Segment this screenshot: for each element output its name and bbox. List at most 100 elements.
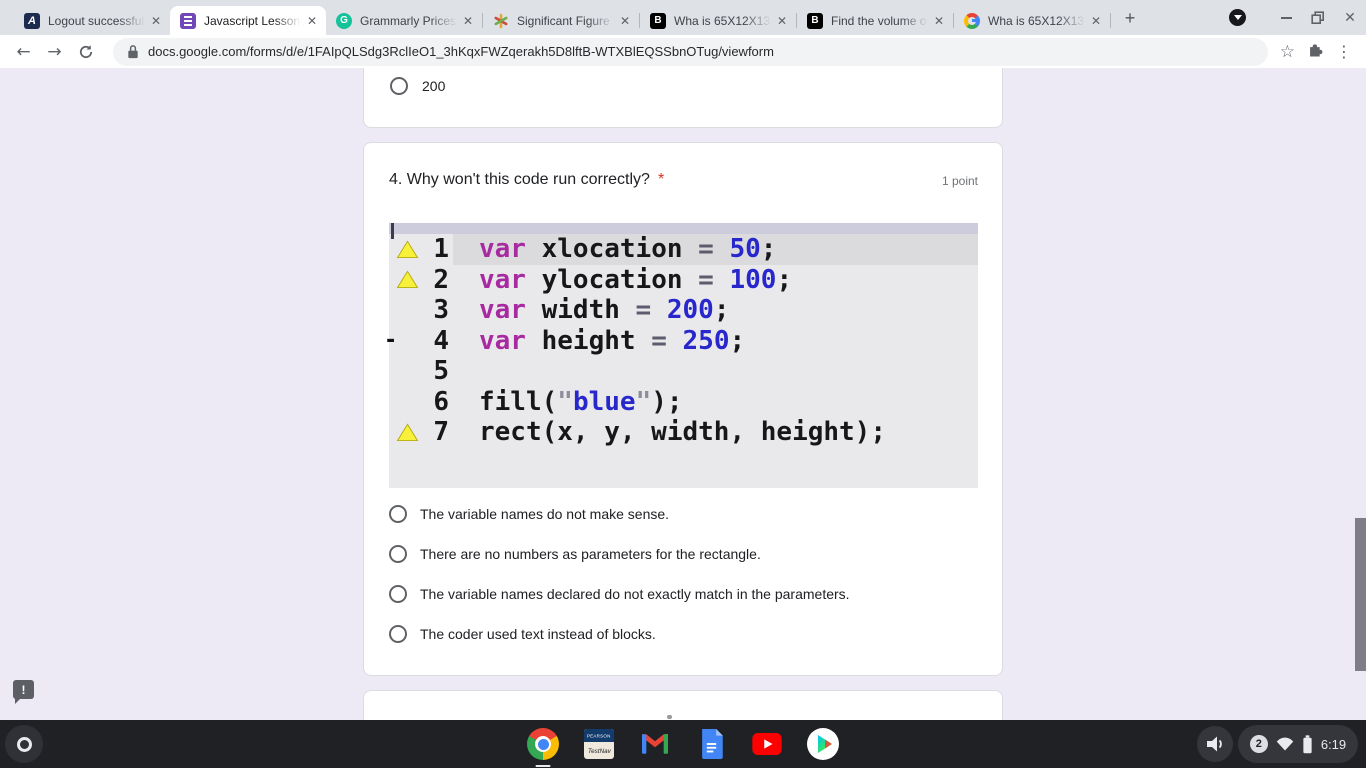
- line-number: 4: [433, 325, 449, 356]
- testnav-icon-bottom: TestNav: [587, 747, 611, 754]
- feedback-bubble-icon[interactable]: !: [13, 680, 34, 704]
- tab-6[interactable]: B Find the volume o ✕: [797, 6, 953, 35]
- tab-separator: [953, 13, 954, 28]
- code-line: 1 var xlocation = 50;: [389, 234, 978, 265]
- minimize-button[interactable]: [1270, 0, 1302, 35]
- tab-title: Javascript Lesson: [204, 13, 301, 28]
- new-tab-button[interactable]: +: [1117, 5, 1143, 31]
- reload-icon: [79, 44, 92, 58]
- close-window-button[interactable]: ✕: [1334, 0, 1366, 35]
- tab-close-icon[interactable]: ✕: [460, 14, 476, 28]
- tab-separator: [1110, 13, 1111, 28]
- speaker-icon: [1207, 736, 1222, 752]
- answer-option[interactable]: 200: [390, 77, 445, 95]
- code-line: 2 var ylocation = 100;: [389, 265, 978, 296]
- browser-menu-icon[interactable]: ⋮: [1336, 42, 1352, 61]
- code-top-band: [389, 223, 978, 234]
- radio-button[interactable]: [389, 545, 407, 563]
- volume-button[interactable]: [1197, 726, 1233, 762]
- launcher-button[interactable]: [5, 725, 43, 763]
- line-number: 2: [433, 264, 449, 295]
- forward-button[interactable]: →: [39, 37, 70, 67]
- shelf-app-play[interactable]: [807, 728, 839, 760]
- shelf-app-gmail[interactable]: [639, 728, 671, 760]
- address-bar[interactable]: docs.google.com/forms/d/e/1FAIpQLSdg3Rcl…: [113, 37, 1268, 66]
- shelf-app-chrome[interactable]: [527, 728, 559, 767]
- tab-close-icon[interactable]: ✕: [148, 14, 164, 28]
- radio-button[interactable]: [389, 625, 407, 643]
- tab-close-icon[interactable]: ✕: [1088, 14, 1104, 28]
- warning-icon: [389, 270, 425, 289]
- status-tray[interactable]: 2 6:19: [1238, 725, 1358, 763]
- brainly-icon: B: [650, 12, 666, 29]
- browser-toolbar: ← → docs.google.com/forms/d/e/1FAIpQLSdg…: [0, 35, 1366, 68]
- code-line: 6 fill(" blue ");: [389, 387, 978, 418]
- tab-close-icon[interactable]: ✕: [774, 14, 790, 28]
- tab-close-icon[interactable]: ✕: [931, 14, 947, 28]
- line-number: 5: [433, 356, 449, 387]
- shelf-app-docs[interactable]: [695, 728, 727, 760]
- reload-button[interactable]: [70, 37, 101, 67]
- line-number: 6: [433, 386, 449, 417]
- tab-3[interactable]: G Grammarly Prices ✕: [326, 6, 482, 35]
- brainly-icon: B: [807, 12, 823, 29]
- code-text: var width = 200;: [479, 295, 730, 326]
- tab-title: Grammarly Prices: [360, 13, 457, 28]
- extensions-puzzle-icon[interactable]: [1307, 41, 1324, 63]
- answer-option[interactable]: The variable names declared do not exact…: [389, 574, 977, 614]
- google-docs-icon: [701, 729, 723, 759]
- clock: 6:19: [1320, 736, 1347, 752]
- radio-button[interactable]: [390, 77, 408, 95]
- line-number: 1: [433, 234, 449, 265]
- tab-5[interactable]: B Wha is 65X12X13 ✕: [640, 6, 796, 35]
- shelf-app-testnav[interactable]: PEARSON TestNav: [583, 728, 615, 760]
- restore-button[interactable]: [1302, 0, 1334, 35]
- question-header: 4. Why won't this code run correctly? * 1…: [389, 171, 978, 189]
- tab-4[interactable]: Significant Figure ✕: [483, 6, 639, 35]
- code-text: var xlocation = 50;: [453, 234, 978, 265]
- tab-7[interactable]: Wha is 65X12X13 ✕: [954, 6, 1110, 35]
- line-number: 7: [433, 417, 449, 448]
- chromeos-shelf: PEARSON TestNav 2 6:19: [0, 720, 1366, 768]
- next-card-image-edge: [667, 715, 672, 719]
- points-label: 1 point: [941, 174, 978, 188]
- battery-icon: [1303, 734, 1312, 753]
- radio-button[interactable]: [389, 585, 407, 603]
- grammarly-icon: G: [336, 12, 352, 29]
- code-line: - 4 var height = 250;: [384, 325, 978, 357]
- code-line: 7 rect(x, y, width, height);: [389, 417, 978, 448]
- sigfig-icon: [493, 13, 509, 29]
- radio-button[interactable]: [389, 505, 407, 523]
- back-button[interactable]: ←: [8, 37, 39, 67]
- tab-separator: [639, 13, 640, 28]
- answer-option[interactable]: The coder used text instead of blocks.: [389, 614, 977, 654]
- shelf-app-youtube[interactable]: [751, 728, 783, 760]
- code-screenshot-image: 1 var xlocation = 50; 2 var ylocation = 100…: [384, 223, 978, 488]
- answer-option[interactable]: There are no numbers as parameters for t…: [389, 534, 977, 574]
- tab-separator: [482, 13, 483, 28]
- tab-title: Wha is 65X12X13: [674, 13, 771, 28]
- testnav-icon-top: PEARSON: [584, 729, 614, 742]
- restore-icon: [1311, 10, 1324, 24]
- option-label: The variable names do not make sense.: [420, 506, 670, 522]
- tab-title: Significant Figure: [517, 13, 610, 28]
- tab-close-icon[interactable]: ✕: [304, 14, 320, 28]
- code-text: rect(x, y, width, height);: [479, 417, 886, 448]
- option-label: There are no numbers as parameters for t…: [420, 546, 761, 562]
- tab-1[interactable]: A Logout successful ✕: [14, 6, 170, 35]
- previous-question-card: 200: [363, 68, 1003, 128]
- bookmark-star-icon[interactable]: ☆: [1280, 42, 1295, 62]
- warning-icon: [389, 240, 425, 259]
- tab-search-button[interactable]: [1229, 9, 1246, 26]
- answer-option[interactable]: The variable names do not make sense.: [389, 494, 977, 534]
- gmail-icon: [642, 734, 668, 754]
- tab-strip-tabs: A Logout successful ✕ Javascript Lesson ✕ G Gr…: [14, 0, 1111, 35]
- page-scrollbar[interactable]: [1355, 518, 1366, 671]
- shelf-apps: PEARSON TestNav: [527, 720, 839, 768]
- lock-icon: [128, 45, 138, 59]
- tab-title: Logout successful: [48, 13, 145, 28]
- achieve-icon: A: [24, 12, 40, 29]
- tab-close-icon[interactable]: ✕: [617, 14, 633, 28]
- tab-2[interactable]: Javascript Lesson ✕: [170, 6, 326, 35]
